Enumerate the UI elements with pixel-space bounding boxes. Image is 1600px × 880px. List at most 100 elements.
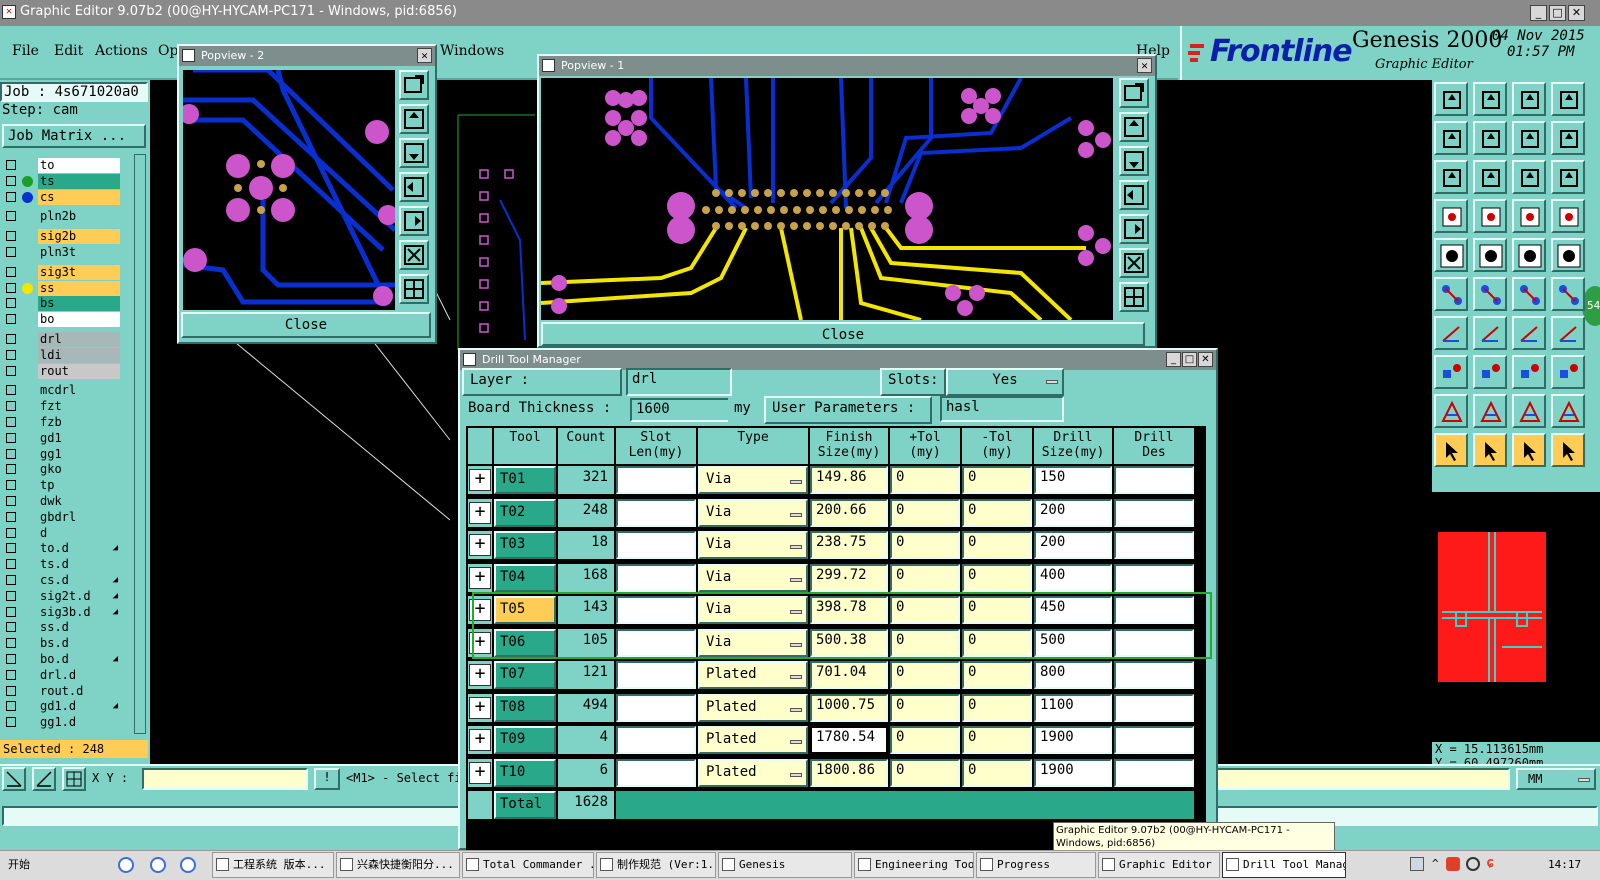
zoom-fit-icon[interactable] — [399, 240, 429, 270]
layer-checkbox[interactable] — [6, 511, 16, 522]
drill-des-field[interactable] — [1114, 531, 1194, 559]
type-select[interactable]: Via — [698, 531, 808, 559]
help-icon[interactable] — [1551, 160, 1585, 194]
pad-select-icon[interactable] — [1434, 355, 1468, 389]
finish-size-field[interactable]: 1800.86 — [810, 758, 888, 787]
net-icon[interactable] — [1551, 355, 1585, 389]
layer-row-pln3t[interactable]: pln3t — [2, 245, 120, 260]
layer-checkbox[interactable] — [6, 638, 16, 649]
layer-row-drl-d[interactable]: drl.d — [2, 667, 120, 683]
layer-row-ss-d[interactable]: ss.d — [2, 620, 120, 636]
plus-tol-field[interactable]: 0 — [890, 563, 960, 592]
pick-button[interactable]: ! — [314, 768, 340, 790]
layer-row-sig3t[interactable]: sig3t — [2, 264, 120, 280]
layer-checkbox[interactable] — [6, 622, 16, 633]
layer-row-rout[interactable]: rout — [2, 363, 120, 379]
row-expand-icon[interactable]: + — [469, 664, 491, 686]
tray-keyboard-icon[interactable] — [1410, 857, 1424, 871]
drill-size-field[interactable]: 1900 — [1034, 726, 1112, 754]
zoom-fit-icon[interactable] — [1119, 248, 1149, 278]
plus-tol-field[interactable]: 0 — [890, 531, 960, 559]
layer-row-ldi[interactable]: ldi — [2, 347, 120, 363]
triangle-icon[interactable] — [1434, 394, 1468, 428]
pointer-move-icon[interactable] — [1551, 433, 1585, 467]
type-select[interactable]: Plated — [698, 693, 808, 722]
xy-input[interactable] — [142, 768, 308, 790]
zoom-window-icon[interactable] — [1551, 82, 1585, 116]
start-button[interactable]: 开始 — [2, 852, 52, 878]
minus-tol-field[interactable]: 0 — [962, 758, 1032, 787]
task-progress[interactable]: Progress — [976, 852, 1096, 878]
row-expand-icon[interactable]: + — [469, 534, 491, 556]
expand-icon[interactable] — [1434, 160, 1468, 194]
menu-options[interactable]: Op — [158, 43, 178, 59]
slot-len-field[interactable] — [616, 563, 696, 592]
type-select[interactable]: Via — [698, 563, 808, 592]
minus-tol-field[interactable]: 0 — [962, 498, 1032, 527]
row-expand-icon[interactable]: + — [469, 696, 491, 719]
layer-row-fzt[interactable]: fzt — [2, 399, 120, 415]
finish-size-field[interactable]: 1000.75 — [810, 693, 888, 722]
zoom-extent-icon[interactable] — [399, 274, 429, 304]
tool-cell[interactable]: T04 — [494, 563, 556, 592]
node-icon[interactable] — [1434, 277, 1468, 311]
layer-checkbox[interactable] — [6, 349, 16, 360]
popview-2-close-icon[interactable]: ✕ — [417, 48, 432, 63]
cross-icon[interactable] — [1473, 277, 1507, 311]
zoom-extent-icon[interactable] — [1119, 282, 1149, 312]
drill-des-field[interactable] — [1114, 466, 1194, 494]
zoom-home-icon[interactable] — [1119, 78, 1149, 108]
finish-size-field[interactable]: 238.75 — [810, 531, 888, 559]
move-up-icon[interactable] — [1434, 82, 1468, 116]
parallel-icon[interactable] — [1551, 316, 1585, 350]
layer-row-ts[interactable]: ts — [2, 173, 120, 189]
pan-up-icon[interactable] — [399, 104, 429, 134]
type-select[interactable]: Plated — [698, 661, 808, 689]
layer-row-drl[interactable]: drl — [2, 332, 120, 347]
task-engineering-system[interactable]: 工程系统 版本... — [212, 852, 334, 878]
layer-checkbox[interactable] — [6, 191, 16, 202]
layer-row-pln2b[interactable]: pln2b — [2, 209, 120, 225]
drill-des-field[interactable] — [1114, 498, 1194, 527]
layer-row-d[interactable]: d — [2, 525, 120, 541]
layer-row-mcdrl[interactable]: mcdrl — [2, 383, 120, 399]
slot-len-field[interactable] — [616, 661, 696, 689]
layer-checkbox[interactable] — [6, 496, 16, 506]
layer-row-fzb[interactable]: fzb — [2, 415, 120, 430]
finish-size-field[interactable]: 299.72 — [810, 563, 888, 592]
route-select-icon[interactable] — [1512, 199, 1546, 233]
layer-checkbox[interactable] — [6, 231, 16, 242]
task-genesis[interactable]: Genesis — [718, 852, 852, 878]
scale-1-2-icon[interactable] — [1512, 160, 1546, 194]
drill-des-field[interactable] — [1114, 726, 1194, 754]
triangle-up-icon[interactable] — [1473, 394, 1507, 428]
layer-checkbox[interactable] — [6, 334, 16, 344]
slot-len-field[interactable] — [616, 758, 696, 787]
layer-row-gd1-d[interactable]: gd1.d ◢ — [2, 699, 120, 715]
layer-row-ts-d[interactable]: ts.d — [2, 557, 120, 573]
row-expand-icon[interactable]: + — [469, 501, 491, 524]
scroll-icon[interactable] — [1473, 160, 1507, 194]
tool-cell[interactable]: T10 — [494, 758, 556, 787]
layer-row-gg1-d[interactable]: gg1.d — [2, 715, 120, 731]
layer-row-cs-d[interactable]: cs.d ◢ — [2, 573, 120, 588]
snap-icon[interactable] — [2, 767, 26, 791]
layer-checkbox[interactable] — [6, 314, 16, 325]
tray-volume-icon[interactable] — [1466, 857, 1480, 871]
layer-row-sig3b-d[interactable]: sig3b.d ◢ — [2, 604, 120, 620]
type-select[interactable]: Via — [698, 466, 808, 494]
tool-cell[interactable]: T09 — [494, 726, 556, 754]
task-drill-tool-manager[interactable]: Drill Tool Manag... — [1222, 852, 1346, 878]
plus-tol-field[interactable]: 0 — [890, 693, 960, 722]
drill-des-field[interactable] — [1114, 758, 1194, 787]
drill-des-field[interactable] — [1114, 693, 1194, 722]
quicklaunch-app-icon[interactable] — [180, 857, 196, 873]
quicklaunch-chrome-icon[interactable] — [118, 857, 134, 873]
layer-checkbox[interactable] — [6, 432, 16, 443]
menu-windows[interactable]: Windows — [440, 43, 504, 59]
layer-row-bo[interactable]: bo — [2, 312, 120, 328]
zoom-home-icon[interactable] — [399, 70, 429, 100]
layer-checkbox[interactable] — [6, 701, 16, 712]
tray-security-icon[interactable]: ɕ — [1486, 855, 1494, 871]
toggle-icon[interactable] — [1512, 121, 1546, 155]
